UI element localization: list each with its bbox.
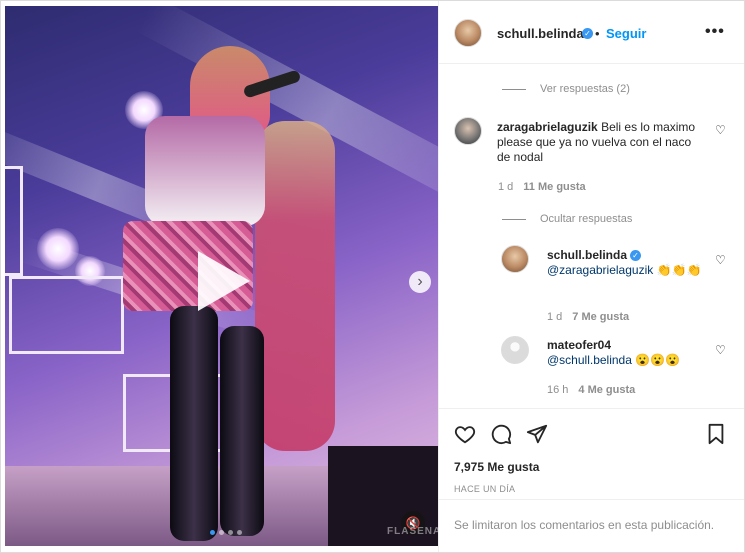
comment-username[interactable]: zaragabrielaguzik	[497, 120, 598, 134]
avatar[interactable]	[454, 117, 482, 145]
post-modal: › 🔇 FLASENAL schull.belinda ✓ • Seguir •…	[0, 0, 745, 553]
reply-username[interactable]: schull.belinda	[547, 248, 627, 262]
reply-meta: 1 d 7 Me gusta	[547, 311, 629, 323]
singer-boot-right	[220, 326, 264, 536]
carousel-dot[interactable]	[219, 530, 224, 535]
reply-time[interactable]: 1 d	[547, 311, 562, 323]
reply-likes[interactable]: 7 Me gusta	[572, 311, 629, 323]
verified-badge-icon: ✓	[630, 250, 642, 262]
paper-plane-icon[interactable]	[526, 423, 548, 445]
stage-truss	[5, 166, 23, 276]
singer-boot-left	[170, 306, 218, 541]
bookmark-icon[interactable]	[706, 423, 726, 445]
divider-line	[502, 88, 526, 90]
reply-meta: 16 h 4 Me gusta	[547, 384, 635, 396]
view-replies-button[interactable]: Ver respuestas (2)	[502, 83, 630, 95]
stage-truss	[9, 276, 124, 354]
divider-line	[502, 218, 526, 220]
verified-badge-icon: ✓	[582, 28, 593, 39]
carousel-dot[interactable]	[237, 530, 242, 535]
reply-time[interactable]: 16 h	[547, 384, 568, 396]
heart-icon[interactable]: ♡	[715, 253, 726, 267]
comment-body: zaragabrielaguzik Beli es lo maximo plea…	[497, 120, 707, 165]
separator-dot: •	[595, 26, 600, 41]
reply-username[interactable]: mateofer04	[547, 338, 611, 352]
avatar[interactable]	[501, 336, 529, 364]
dancer-figure	[255, 121, 335, 451]
comment-bubble-icon[interactable]	[490, 423, 512, 445]
carousel-dots	[210, 530, 242, 535]
carousel-dot[interactable]	[228, 530, 233, 535]
comments-list: Ver respuestas (2) zaragabrielaguzik Bel…	[439, 64, 744, 408]
carousel-dot[interactable]	[210, 530, 215, 535]
heart-icon[interactable]	[454, 423, 476, 445]
singer-top	[145, 116, 265, 226]
likes-count[interactable]: 7,975 Me gusta	[454, 460, 539, 474]
hide-replies-label: Ocultar respuestas	[540, 213, 633, 225]
comment-meta: 1 d 11 Me gusta	[498, 181, 586, 193]
stage-spotlight	[37, 228, 79, 270]
astonished-face-emoji: 😮😮😮	[635, 353, 681, 367]
post-timestamp[interactable]: HACE UN DÍA	[454, 484, 515, 494]
reply-mention[interactable]: @schull.belinda	[547, 353, 632, 367]
avatar[interactable]	[454, 19, 482, 47]
post-side-panel: schull.belinda ✓ • Seguir ••• Ver respue…	[438, 1, 744, 552]
post-video[interactable]: › 🔇 FLASENAL	[5, 6, 438, 546]
heart-icon[interactable]: ♡	[715, 123, 726, 137]
post-header: schull.belinda ✓ • Seguir •••	[439, 1, 744, 64]
chevron-right-icon[interactable]: ›	[409, 271, 431, 293]
reply-body: schull.belinda ✓ @zaragabrielaguzik 👏👏👏	[547, 248, 707, 278]
comments-limited-text: Se limitaron los comentarios en esta pub…	[454, 518, 715, 532]
heart-icon[interactable]: ♡	[715, 343, 726, 357]
reply-likes[interactable]: 4 Me gusta	[578, 384, 635, 396]
reply-mention[interactable]: @zaragabrielaguzik	[547, 263, 653, 277]
video-watermark: FLASENAL	[387, 526, 438, 537]
avatar[interactable]	[501, 245, 529, 273]
play-icon[interactable]	[198, 251, 250, 311]
post-username[interactable]: schull.belinda	[497, 26, 584, 41]
comments-limited-notice: Se limitaron los comentarios en esta pub…	[439, 499, 744, 552]
follow-button[interactable]: Seguir	[606, 26, 646, 41]
comment-likes[interactable]: 11 Me gusta	[523, 181, 585, 193]
view-replies-label: Ver respuestas (2)	[540, 83, 630, 95]
reply-body: mateofer04 @schull.belinda 😮😮😮	[547, 338, 707, 368]
more-options-icon[interactable]: •••	[705, 23, 725, 41]
clapping-hands-emoji: 👏👏👏	[656, 263, 702, 277]
comment-time[interactable]: 1 d	[498, 181, 513, 193]
hide-replies-button[interactable]: Ocultar respuestas	[502, 213, 632, 225]
post-actions: 7,975 Me gusta HACE UN DÍA Se limitaron …	[439, 408, 744, 552]
